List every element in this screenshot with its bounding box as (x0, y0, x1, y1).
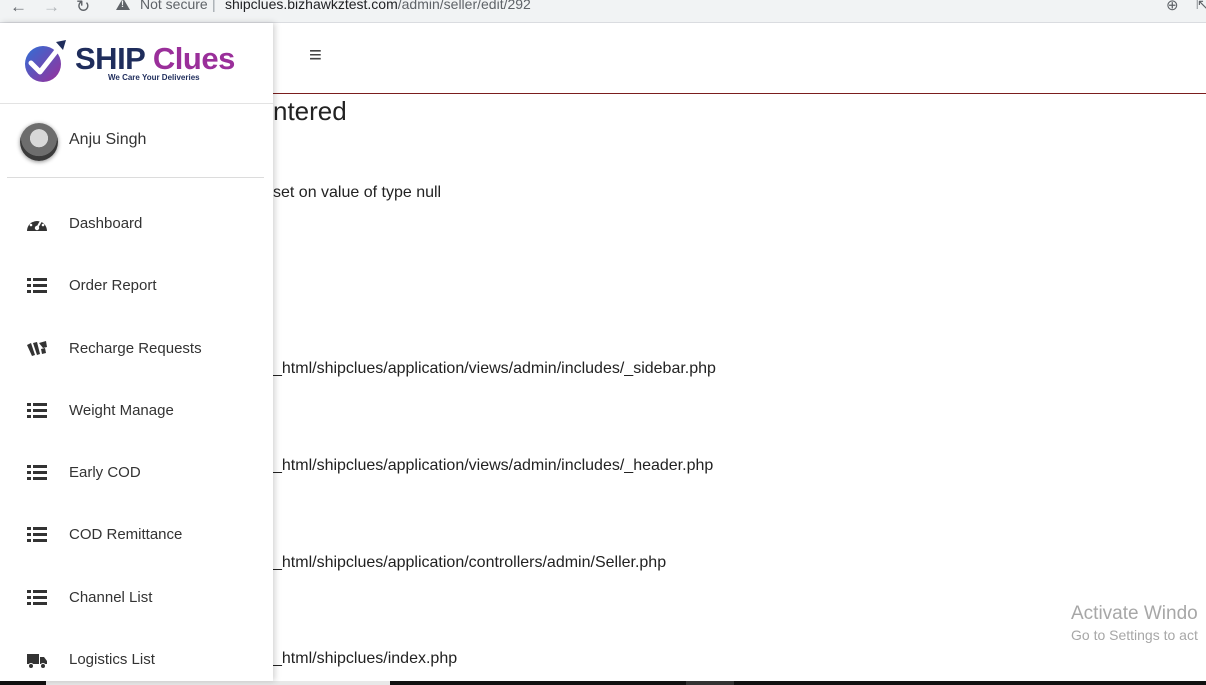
brand-name-part: SHIP (75, 41, 145, 76)
list-icon (27, 590, 47, 605)
user-name[interactable]: Anju Singh (69, 131, 146, 149)
sidebar-item-label: COD Remittance (69, 526, 183, 543)
hamburger-menu-icon[interactable]: ≡ (309, 44, 322, 66)
security-indicator[interactable]: Not secure (140, 0, 208, 12)
sidebar-item-label: Weight Manage (69, 402, 174, 419)
address-bar[interactable]: Not secure | shipclues.bizhawkztest.com/… (104, 0, 1164, 20)
sidebar-item-dashboard[interactable]: Dashboard (0, 199, 273, 249)
windows-activation-watermark: Activate Windo Go to Settings to act (1071, 603, 1198, 643)
url-path: /admin/seller/edit/292 (397, 0, 531, 12)
brand-logo[interactable]: SHIP Clues We Care Your Deliveries (0, 23, 273, 104)
brand-name-part: Clues (152, 41, 235, 76)
user-panel[interactable]: Anju Singh (7, 105, 264, 178)
reload-icon[interactable]: ↻ (76, 0, 90, 17)
sidebar-item-early-cod[interactable]: Early COD (0, 448, 273, 498)
list-icon (27, 527, 47, 542)
list-icon (27, 278, 47, 293)
sidebar-item-label: Dashboard (69, 215, 143, 232)
url-text[interactable]: shipclues.bizhawkztest.com/admin/seller/… (225, 0, 531, 12)
share-icon[interactable]: ⇱ (1196, 0, 1206, 13)
sidebar: SHIP Clues We Care Your Deliveries Anju … (0, 23, 273, 681)
error-heading: ntered (273, 96, 347, 126)
sidebar-item-label: Recharge Requests (69, 340, 202, 357)
shipclues-logo-icon (25, 40, 66, 82)
list-icon (27, 403, 47, 418)
list-icon (27, 465, 47, 480)
warning-icon[interactable] (116, 0, 130, 10)
browser-toolbar: ← → ↻ Not secure | shipclues.bizhawkztes… (0, 0, 1206, 23)
brand-tagline: We Care Your Deliveries (108, 73, 200, 82)
sidebar-item-weight-manage[interactable]: Weight Manage (0, 386, 273, 436)
activation-title: Activate Windo (1071, 603, 1198, 624)
forward-arrow-icon[interactable]: → (43, 0, 60, 17)
avatar[interactable] (20, 123, 58, 161)
sidebar-item-label: Early COD (69, 464, 141, 481)
url-host: shipclues.bizhawkztest.com (225, 0, 398, 12)
header-divider (273, 93, 1206, 94)
activation-subtitle: Go to Settings to act (1071, 627, 1198, 643)
truck-icon (27, 654, 47, 669)
error-file-path: _html/shipclues/application/views/admin/… (273, 360, 716, 377)
error-file-path: _html/shipclues/application/controllers/… (273, 554, 667, 571)
sidebar-item-label: Logistics List (69, 651, 155, 668)
error-file-path: _html/shipclues/index.php (273, 650, 458, 667)
sidebar-item-label: Order Report (69, 277, 157, 294)
sidebar-item-label: Channel List (69, 589, 153, 606)
back-arrow-icon[interactable]: ← (10, 0, 27, 17)
brand-name: SHIP Clues (75, 41, 235, 77)
dashboard-icon (27, 217, 47, 231)
sidebar-item-logistics-list[interactable]: Logistics List (0, 635, 273, 685)
sidebar-item-cod-remittance[interactable]: COD Remittance (0, 510, 273, 560)
sidebar-item-order-report[interactable]: Order Report (0, 261, 273, 311)
sidebar-item-recharge-requests[interactable]: Recharge Requests (0, 324, 273, 374)
wallet-icon (27, 341, 47, 356)
error-message: set on value of type null (273, 184, 442, 201)
address-separator: | (212, 0, 216, 12)
error-file-path: _html/shipclues/application/views/admin/… (273, 457, 714, 474)
taskbar-segment (686, 681, 734, 685)
sidebar-item-channel-list[interactable]: Channel List (0, 573, 273, 623)
zoom-icon[interactable]: ⊕ (1166, 0, 1179, 14)
